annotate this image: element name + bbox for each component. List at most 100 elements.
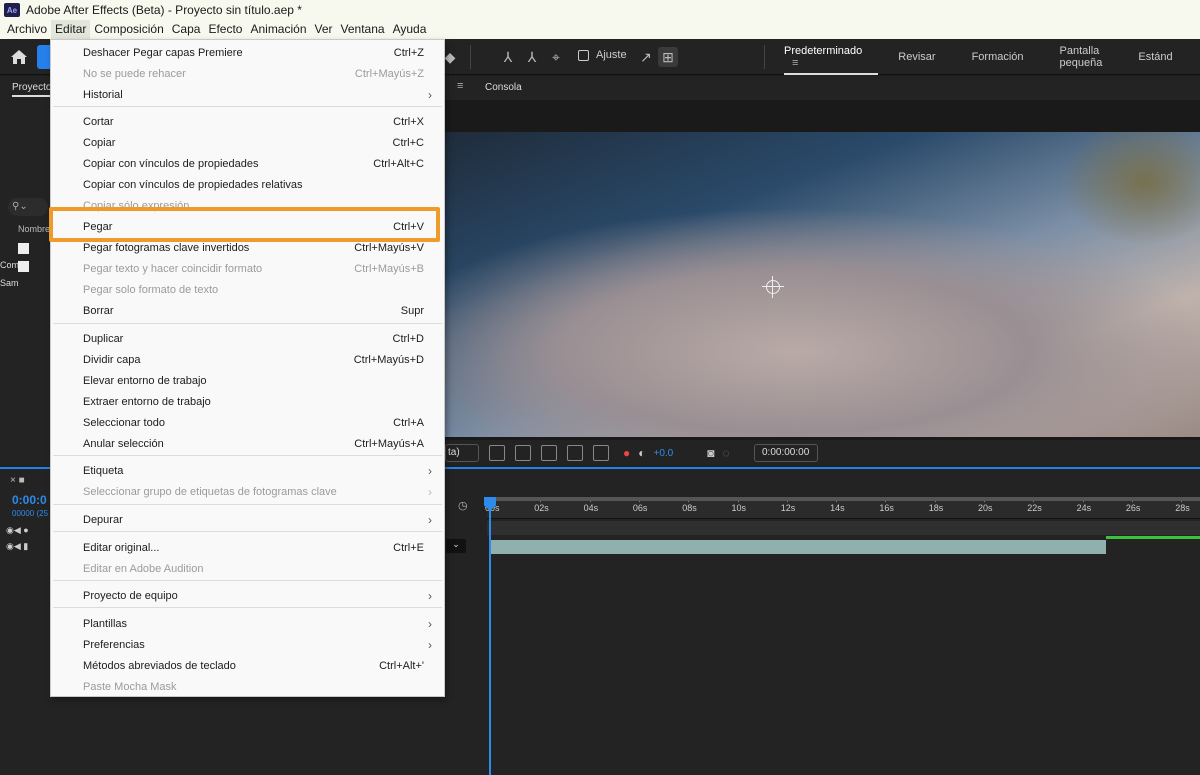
timeline-timecode[interactable]: 0:00:0 bbox=[12, 493, 47, 507]
visibility-icon[interactable]: ◉◀ ● bbox=[6, 525, 29, 536]
tab-consola[interactable]: Consola bbox=[485, 82, 522, 93]
menu-item-pegar-texto-y-hacer-coincidir-formato: Pegar texto y hacer coincidir formato Ctr… bbox=[51, 259, 444, 280]
fast-preview-icon[interactable] bbox=[489, 445, 505, 461]
menu-item-seleccionar-grupo-de-etiquetas-de-fotogramas-clave: Seleccionar grupo de etiquetas de fotogr… bbox=[51, 482, 444, 503]
composition-viewer: ≡ Consola ta) ● ◐ +0.0 ◙ ◌ 0:00:00:00 bbox=[445, 76, 1200, 466]
menu-item-label: Pegar fotogramas clave invertidos bbox=[83, 242, 250, 254]
composition-frame[interactable] bbox=[445, 132, 1200, 437]
color-channels-icon[interactable]: ● bbox=[623, 446, 630, 460]
ruler-tick-label: 24s bbox=[1076, 503, 1092, 513]
menu-item-copiar-con-vinculos-de-propiedades[interactable]: Copiar con vínculos de propiedades Ctrl+A… bbox=[51, 154, 444, 175]
layer-visibility-icon[interactable]: ◉◀ ▮ bbox=[6, 541, 28, 552]
menu-ver[interactable]: Ver bbox=[311, 20, 337, 39]
column-name-header[interactable]: Nombre bbox=[18, 224, 50, 234]
menu-item-label: Seleccionar grupo de etiquetas de fotogr… bbox=[83, 486, 337, 498]
snap-edges-icon[interactable]: ↗ bbox=[636, 47, 656, 67]
menu-item-duplicar[interactable]: Duplicar Ctrl+D bbox=[51, 329, 444, 350]
ruler-tick-label: 08s bbox=[682, 503, 697, 513]
transparency-grid-icon[interactable] bbox=[515, 445, 531, 461]
view-select[interactable]: ta) bbox=[445, 444, 479, 462]
menu-item-shortcut: Ctrl+Mayús+V bbox=[354, 242, 424, 254]
workspace-revisar[interactable]: Revisar bbox=[898, 51, 935, 63]
edit-menu-dropdown: Deshacer Pegar capas Premiere Ctrl+Z No se… bbox=[50, 39, 445, 697]
menu-animacion[interactable]: Animación bbox=[246, 20, 310, 39]
exposure-value[interactable]: +0.0 bbox=[654, 448, 674, 459]
close-tab-icon[interactable]: × ■ bbox=[10, 475, 25, 486]
menu-editar[interactable]: Editar bbox=[51, 20, 91, 39]
menu-item-cortar[interactable]: Cortar Ctrl+X bbox=[51, 112, 444, 133]
ruler-tick-label: 14s bbox=[830, 503, 845, 513]
project-search-icon[interactable]: ⚲⌄ bbox=[8, 198, 48, 216]
menu-item-deshacer-pegar-capas-premiere[interactable]: Deshacer Pegar capas Premiere Ctrl+Z bbox=[51, 43, 444, 64]
menu-item-seleccionar-todo[interactable]: Seleccionar todo Ctrl+A bbox=[51, 413, 444, 434]
work-area-bar[interactable] bbox=[487, 497, 1200, 501]
axis-local-icon[interactable]: ⅄ bbox=[498, 47, 518, 67]
menu-item-proyecto-de-equipo[interactable]: Proyecto de equipo › bbox=[51, 586, 444, 607]
menu-item-etiqueta[interactable]: Etiqueta › bbox=[51, 461, 444, 482]
menu-efecto[interactable]: Efecto bbox=[204, 20, 246, 39]
menu-item-shortcut: Ctrl+X bbox=[393, 116, 424, 128]
snap-features-icon[interactable]: ⊞ bbox=[658, 47, 678, 67]
menu-item-metodos-abreviados-de-teclado[interactable]: Métodos abreviados de teclado Ctrl+Alt+' bbox=[51, 656, 444, 677]
layer-duration-bar[interactable] bbox=[491, 540, 1106, 554]
workspace-switcher: Predeterminado≡ Revisar Formación Pantal… bbox=[784, 39, 1200, 75]
project-item-footage[interactable]: Sam bbox=[0, 258, 50, 288]
ruler-tick-label: 20s bbox=[978, 503, 993, 513]
parent-dropdown-icon[interactable]: ⌄ bbox=[446, 539, 466, 553]
workspace-menu-icon[interactable]: ≡ bbox=[792, 57, 798, 69]
playhead[interactable] bbox=[489, 497, 491, 775]
menu-item-shortcut: Ctrl+V bbox=[393, 221, 424, 233]
menu-item-elevar-entorno-de-trabajo[interactable]: Elevar entorno de trabajo bbox=[51, 371, 444, 392]
menu-item-dividir-capa[interactable]: Dividir capa Ctrl+Mayús+D bbox=[51, 350, 444, 371]
menu-item-pegar[interactable]: Pegar Ctrl+V bbox=[51, 217, 444, 238]
menu-capa[interactable]: Capa bbox=[168, 20, 205, 39]
menu-item-label: Pegar bbox=[83, 221, 113, 233]
composition-icon bbox=[18, 243, 29, 255]
tab-proyecto[interactable]: Proyecto bbox=[12, 82, 59, 97]
viewer-timecode[interactable]: 0:00:00:00 bbox=[753, 444, 818, 462]
menu-item-copiar[interactable]: Copiar Ctrl+C bbox=[51, 133, 444, 154]
grid-guides-icon[interactable] bbox=[593, 445, 609, 461]
graph-editor-icon[interactable]: ◷ bbox=[458, 499, 468, 512]
menu-item-plantillas[interactable]: Plantillas › bbox=[51, 614, 444, 635]
menu-item-borrar[interactable]: Borrar Supr bbox=[51, 301, 444, 322]
snapshot-icon[interactable]: ◙ bbox=[707, 446, 714, 460]
render-cache-bar bbox=[1106, 536, 1200, 539]
snapping-checkbox[interactable] bbox=[578, 49, 589, 61]
menu-item-label: Duplicar bbox=[83, 333, 124, 345]
menu-item-extraer-entorno-de-trabajo[interactable]: Extraer entorno de trabajo bbox=[51, 392, 444, 413]
panel-menu-icon[interactable]: ≡ bbox=[457, 80, 463, 92]
project-item-comp[interactable]: Com bbox=[0, 240, 50, 270]
menu-item-pegar-fotogramas-clave-invertidos[interactable]: Pegar fotogramas clave invertidos Ctrl+Ma… bbox=[51, 238, 444, 259]
home-icon[interactable] bbox=[8, 46, 30, 68]
menu-item-copiar-solo-expresion: Copiar sólo expresión bbox=[51, 196, 444, 217]
menu-item-copiar-con-vinculos-de-propiedades-relativas[interactable]: Copiar con vínculos de propiedades relat… bbox=[51, 175, 444, 196]
region-of-interest-icon[interactable] bbox=[567, 445, 583, 461]
reset-exposure-icon[interactable]: ◐ bbox=[638, 446, 645, 460]
axis-view-icon[interactable]: ⌖ bbox=[546, 47, 566, 67]
anchor-point-icon[interactable] bbox=[762, 276, 784, 298]
workspace-pantalla-pequena[interactable]: Pantalla pequeña bbox=[1060, 45, 1103, 69]
menu-archivo[interactable]: Archivo bbox=[3, 20, 51, 39]
show-snapshot-icon[interactable]: ◌ bbox=[723, 446, 730, 460]
ruler-tick-label: 26s bbox=[1125, 503, 1141, 513]
snapping-toggle[interactable]: Ajuste bbox=[578, 49, 627, 61]
menu-ventana[interactable]: Ventana bbox=[337, 20, 389, 39]
workspace-estandar[interactable]: Estánd bbox=[1138, 51, 1172, 63]
workspace-predeterminado[interactable]: Predeterminado≡ bbox=[784, 45, 879, 75]
menu-separator bbox=[53, 531, 442, 532]
menu-item-historial[interactable]: Historial › bbox=[51, 85, 444, 106]
ruler-tick-label: 18s bbox=[928, 503, 944, 513]
ruler-tick-label: 28s bbox=[1175, 503, 1190, 513]
axis-world-icon[interactable]: ⅄ bbox=[522, 47, 542, 67]
menu-item-shortcut: Ctrl+Mayús+B bbox=[354, 263, 424, 275]
menu-composicion[interactable]: Composición bbox=[90, 20, 167, 39]
menu-item-depurar[interactable]: Depurar › bbox=[51, 510, 444, 531]
menu-item-anular-seleccion[interactable]: Anular selección Ctrl+Mayús+A bbox=[51, 434, 444, 455]
menu-ayuda[interactable]: Ayuda bbox=[389, 20, 431, 39]
menu-item-editar-original[interactable]: Editar original... Ctrl+E bbox=[51, 538, 444, 559]
workspace-formacion[interactable]: Formación bbox=[972, 51, 1024, 63]
mask-visibility-icon[interactable] bbox=[541, 445, 557, 461]
menu-item-label: Preferencias bbox=[83, 639, 145, 651]
menu-item-preferencias[interactable]: Preferencias › bbox=[51, 635, 444, 656]
